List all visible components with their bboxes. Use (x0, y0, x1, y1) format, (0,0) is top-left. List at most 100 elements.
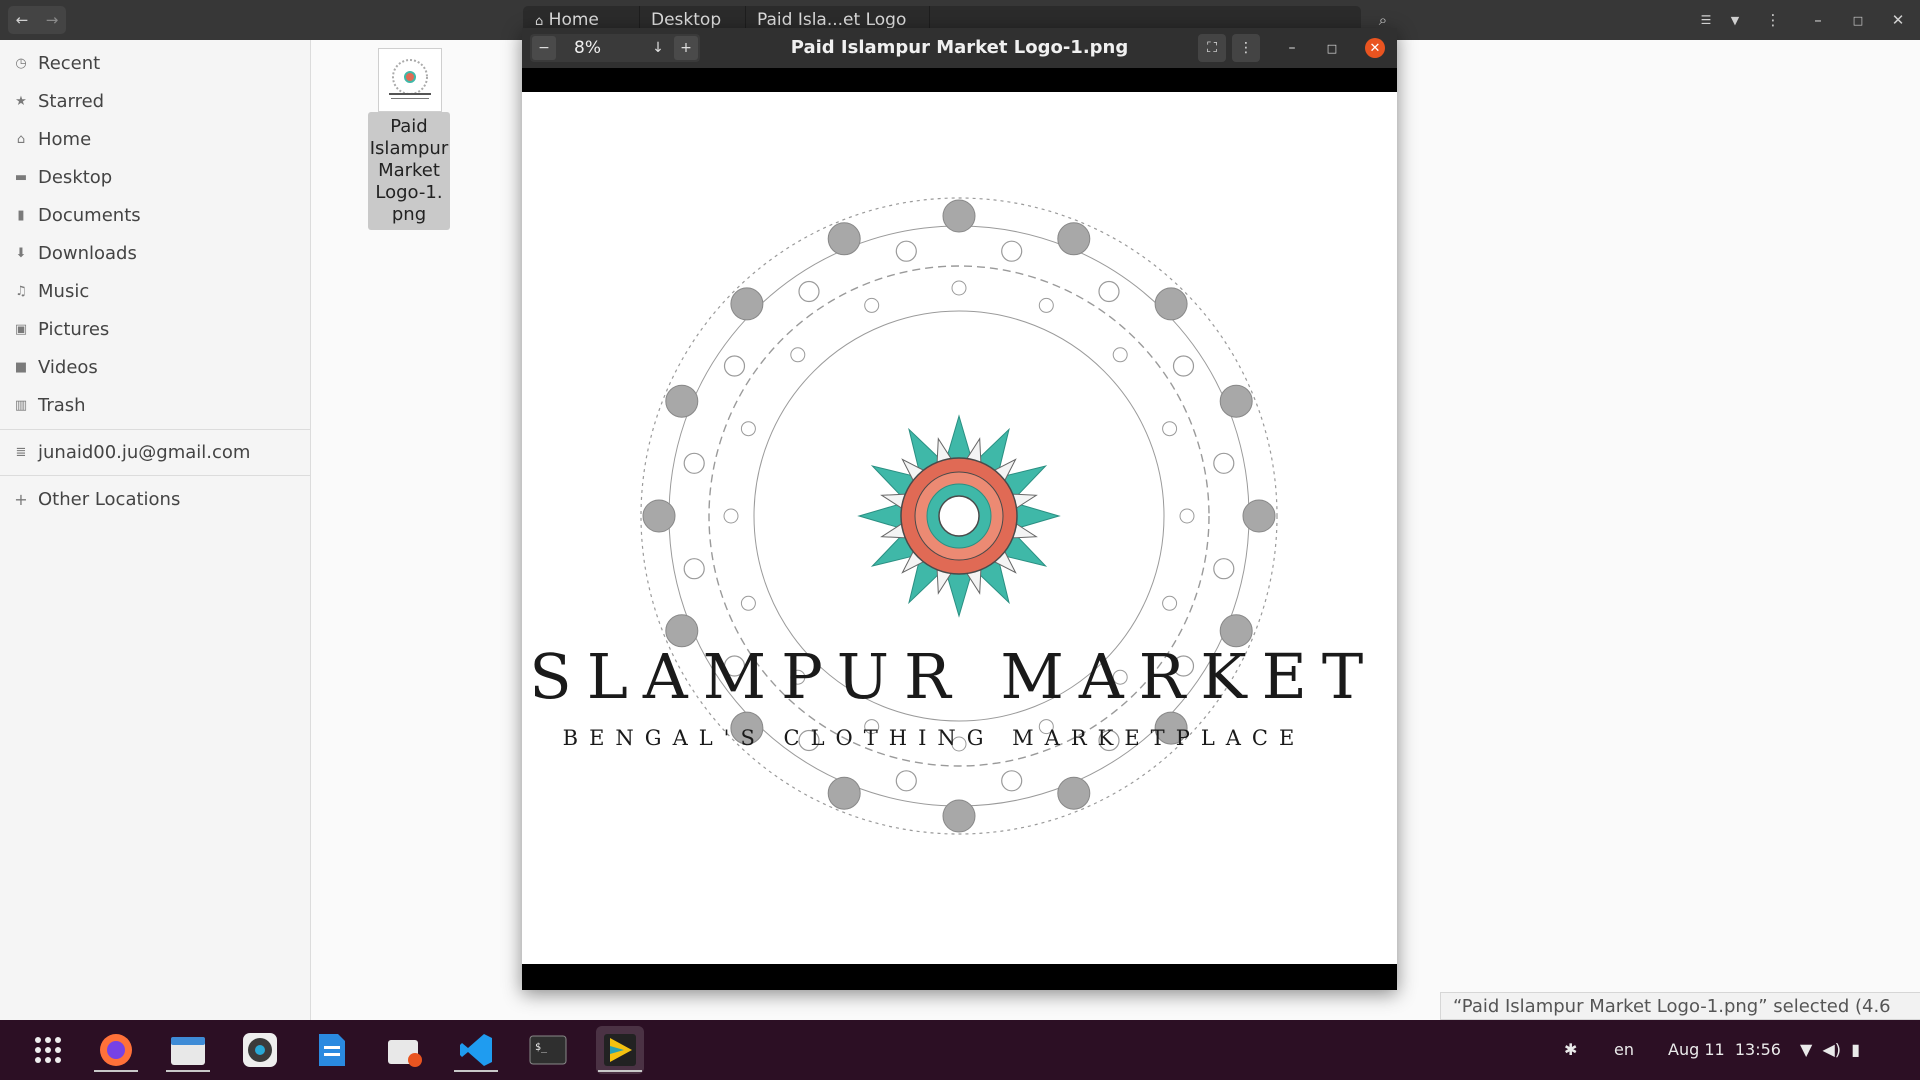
wifi-icon: ▼ (1800, 1040, 1813, 1059)
sidebar-item-videos[interactable]: ■ Videos (0, 348, 310, 386)
keyboard-language[interactable]: en (1614, 1020, 1634, 1080)
system-status-menu[interactable]: ▼ ◀) ▮ (1800, 1020, 1860, 1080)
minus-icon: − (538, 40, 550, 56)
zoom-menu-button[interactable]: ↓ (646, 34, 670, 62)
sidebar-item-documents[interactable]: ▮ Documents (0, 196, 310, 234)
firefox-icon (100, 1034, 132, 1066)
network-drive-icon: ≣ (15, 444, 27, 460)
svg-text:$_: $_ (535, 1042, 548, 1053)
nav-buttons: ← → (8, 6, 66, 34)
clock[interactable]: Aug 11 13:56 (1668, 1020, 1781, 1080)
search-icon: ⌕ (1378, 11, 1388, 29)
arrow-down-icon: ↓ (652, 40, 664, 56)
maximize-button[interactable]: □ (1845, 6, 1871, 34)
folder-icon: ▬ (14, 169, 28, 185)
download-icon: ⬇ (15, 245, 27, 261)
arrow-right-icon: → (45, 11, 59, 29)
sidebar-item-account[interactable]: ≣ junaid00.ju@gmail.com (0, 433, 310, 471)
sidebar: ◷ Recent ★ Starred ⌂ Home ▬ Desktop ▮ Documen… (0, 40, 311, 1020)
close-icon: ✕ (1891, 11, 1905, 29)
accessibility-icon: ✱ (1564, 1040, 1578, 1059)
taskbar-image-viewer[interactable] (596, 1026, 644, 1074)
zoom-control: − 8% ↓ + (530, 34, 700, 62)
running-indicator (598, 1070, 642, 1072)
file-thumbnail (378, 48, 442, 112)
trash-icon: ▥ (14, 397, 28, 413)
star-icon: ★ (15, 93, 27, 109)
accessibility-button[interactable]: ✱ (1564, 1020, 1584, 1080)
music-player-icon (243, 1033, 277, 1067)
arrow-left-icon: ← (15, 11, 29, 29)
logo-subtitle: BENGAL'S CLOTHING MARKETPLACE (563, 726, 1306, 750)
running-indicator (166, 1070, 210, 1072)
taskbar-files[interactable] (164, 1026, 212, 1074)
zoom-value[interactable]: 8% (574, 34, 601, 62)
viewer-maximize-button[interactable]: □ (1320, 34, 1344, 62)
sidebar-item-starred[interactable]: ★ Starred (0, 82, 310, 120)
taskbar-terminal[interactable]: $_ (524, 1026, 572, 1074)
logo-image: ISLAMPUR MARKET BENGAL'S CLOTHING MARKET… (522, 197, 1378, 835)
fullscreen-icon: ⛶ (1207, 40, 1217, 56)
sidebar-item-home[interactable]: ⌂ Home (0, 120, 310, 158)
mandala-center-flower (857, 414, 1061, 618)
sidebar-item-other-locations[interactable]: + Other Locations (0, 480, 310, 518)
sidebar-divider (0, 475, 310, 476)
document-icon: ▮ (17, 207, 25, 223)
plus-icon: + (680, 40, 692, 56)
home-icon: ⌂ (535, 14, 544, 29)
volume-icon: ◀) (1822, 1040, 1842, 1059)
image-viewer-icon (604, 1034, 636, 1066)
view-toggle-button[interactable]: ☰ (1692, 6, 1720, 34)
list-view-icon: ☰ (1700, 13, 1712, 27)
taskbar-rhythmbox[interactable] (236, 1026, 284, 1074)
sidebar-item-pictures[interactable]: ▣ Pictures (0, 310, 310, 348)
taskbar-vscode[interactable] (452, 1026, 500, 1074)
running-indicator (94, 1070, 138, 1072)
kebab-menu-icon: ⋮ (1765, 11, 1781, 29)
apps-grid-icon (35, 1037, 61, 1063)
logo-title: ISLAMPUR MARKET (522, 640, 1378, 713)
running-indicator (454, 1070, 498, 1072)
fullscreen-button[interactable]: ⛶ (1198, 34, 1226, 62)
vscode-icon (460, 1034, 492, 1066)
sidebar-item-downloads[interactable]: ⬇ Downloads (0, 234, 310, 272)
sidebar-item-desktop[interactable]: ▬ Desktop (0, 158, 310, 196)
viewer-close-button[interactable]: ✕ (1365, 38, 1385, 58)
minimize-icon: – (1288, 40, 1296, 56)
taskbar-software[interactable] (380, 1026, 428, 1074)
view-options-button[interactable]: ▼ (1722, 6, 1748, 34)
taskbar: $_ ✱ en Aug 11 13:56 ▼ ◀) ▮ (0, 1020, 1920, 1080)
zoom-out-button[interactable]: − (532, 36, 556, 60)
files-icon (171, 1037, 205, 1065)
plus-icon: + (14, 489, 28, 509)
sidebar-item-trash[interactable]: ▥ Trash (0, 386, 310, 424)
image-icon: ▣ (14, 321, 28, 337)
sidebar-item-music[interactable]: ♫ Music (0, 272, 310, 310)
close-window-button[interactable]: ✕ (1885, 6, 1911, 34)
viewer-menu-button[interactable]: ⋮ (1232, 34, 1260, 62)
forward-button[interactable]: → (38, 6, 66, 34)
zoom-in-button[interactable]: + (674, 36, 698, 60)
sidebar-item-recent[interactable]: ◷ Recent (0, 44, 310, 82)
clock-icon: ◷ (15, 55, 27, 71)
viewer-title: Paid Islampur Market Logo-1.png (790, 37, 1129, 58)
image-viewer-window: − 8% ↓ + Paid Islampur Market Logo-1.png… (522, 28, 1397, 990)
file-name-label: Paid Islampur Market Logo-1. png (368, 112, 450, 230)
music-icon: ♫ (15, 283, 27, 299)
back-button[interactable]: ← (8, 6, 36, 34)
viewer-header: − 8% ↓ + Paid Islampur Market Logo-1.png… (522, 28, 1397, 68)
status-bar: “Paid Islampur Market Logo-1.png” select… (1440, 992, 1920, 1045)
taskbar-writer[interactable] (308, 1026, 356, 1074)
taskbar-firefox[interactable] (92, 1026, 140, 1074)
image-canvas[interactable]: ISLAMPUR MARKET BENGAL'S CLOTHING MARKET… (522, 92, 1397, 964)
menu-button[interactable]: ⋮ (1760, 6, 1786, 34)
terminal-icon: $_ (529, 1035, 567, 1065)
show-apps-button[interactable] (24, 1026, 72, 1074)
battery-icon: ▮ (1851, 1040, 1861, 1059)
sidebar-divider (0, 429, 310, 430)
maximize-icon: □ (1852, 13, 1864, 27)
viewer-minimize-button[interactable]: – (1280, 34, 1304, 62)
video-icon: ■ (14, 359, 28, 375)
minimize-button[interactable]: – (1805, 6, 1831, 34)
close-icon: ✕ (1369, 40, 1381, 56)
